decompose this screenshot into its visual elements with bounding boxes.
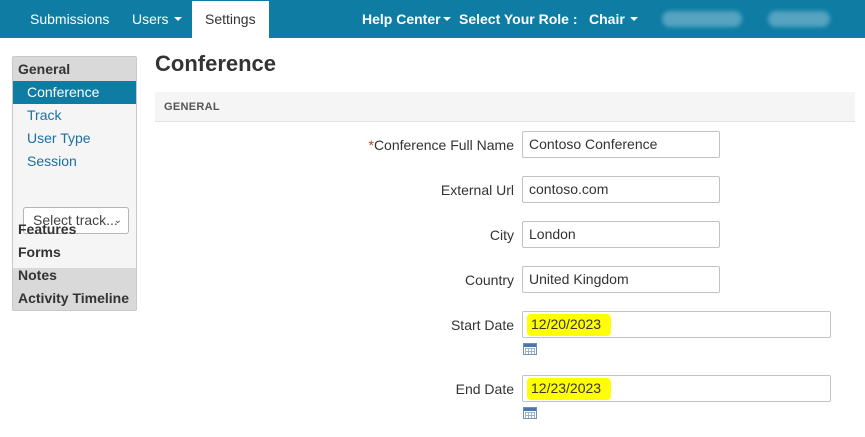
conference-full-name-value: Contoso Conference (529, 136, 658, 152)
nav-users-label: Users (132, 11, 169, 27)
page-title: Conference (155, 51, 277, 76)
top-nav: Submissions Users Settings Help Center S… (0, 0, 865, 38)
sidebar-item-session[interactable]: Session (13, 150, 136, 173)
country-value: United Kingdom (529, 271, 629, 287)
calendar-icon[interactable] (523, 407, 537, 419)
conference-full-name-input[interactable]: Contoso Conference (522, 131, 720, 158)
select-role-label: Select Your Role : (459, 0, 578, 38)
panel-heading-text: GENERAL (164, 101, 220, 113)
country-label: Country (464, 272, 514, 288)
sidebar-section-features[interactable]: Features (18, 221, 76, 237)
caret-down-icon (173, 17, 182, 22)
city-input[interactable]: London (522, 221, 720, 248)
sidebar-item-user-type[interactable]: User Type (13, 127, 136, 150)
sidebar-general-links: Conference Track User Type Session Selec… (13, 81, 136, 268)
panel-heading-general: GENERAL (155, 92, 855, 122)
nav-settings-label: Settings (205, 11, 256, 27)
calendar-icon[interactable] (523, 343, 537, 355)
end-date-value: 12/23/2023 (531, 380, 602, 396)
end-date-input[interactable]: 12/23/2023 (522, 375, 831, 402)
nav-settings[interactable]: Settings (192, 1, 269, 38)
external-url-input[interactable]: contoso.com (522, 176, 720, 203)
conference-full-name-label-text: Conference Full Name (373, 137, 514, 153)
sidebar-section-activity-timeline[interactable]: Activity Timeline (18, 290, 129, 306)
redacted-user-name (768, 11, 830, 27)
conference-full-name-label: *Conference Full Name (368, 137, 514, 153)
city-value: London (529, 226, 576, 242)
select-role-text: Select Your Role : (459, 11, 578, 27)
nav-users[interactable]: Users (132, 0, 182, 38)
sidebar-section-notes[interactable]: Notes (18, 267, 57, 283)
sidebar-section-general[interactable]: General (18, 61, 70, 77)
country-input[interactable]: United Kingdom (522, 266, 720, 293)
sidebar-item-conference[interactable]: Conference (13, 81, 136, 104)
role-dropdown[interactable]: Chair (589, 0, 638, 38)
nav-help-center[interactable]: Help Center (362, 0, 451, 38)
redacted-user-info (662, 11, 742, 27)
chevron-down-icon: ⌄ (113, 215, 122, 226)
end-date-label: End Date (455, 381, 514, 397)
start-date-value: 12/20/2023 (531, 316, 602, 332)
city-label: City (489, 227, 514, 243)
nav-submissions-label: Submissions (30, 11, 110, 27)
nav-help-center-label: Help Center (362, 11, 441, 27)
role-value: Chair (589, 11, 625, 27)
caret-down-icon (442, 17, 451, 22)
external-url-label: External Url (440, 182, 514, 198)
caret-down-icon (629, 17, 638, 22)
external-url-value: contoso.com (529, 181, 609, 197)
start-date-input[interactable]: 12/20/2023 (522, 311, 831, 338)
nav-submissions[interactable]: Submissions (30, 0, 109, 38)
settings-sidebar: General Conference Track User Type Sessi… (12, 56, 137, 311)
sidebar-section-forms[interactable]: Forms (18, 244, 61, 260)
start-date-label: Start Date (450, 317, 514, 333)
sidebar-item-track[interactable]: Track (13, 104, 136, 127)
